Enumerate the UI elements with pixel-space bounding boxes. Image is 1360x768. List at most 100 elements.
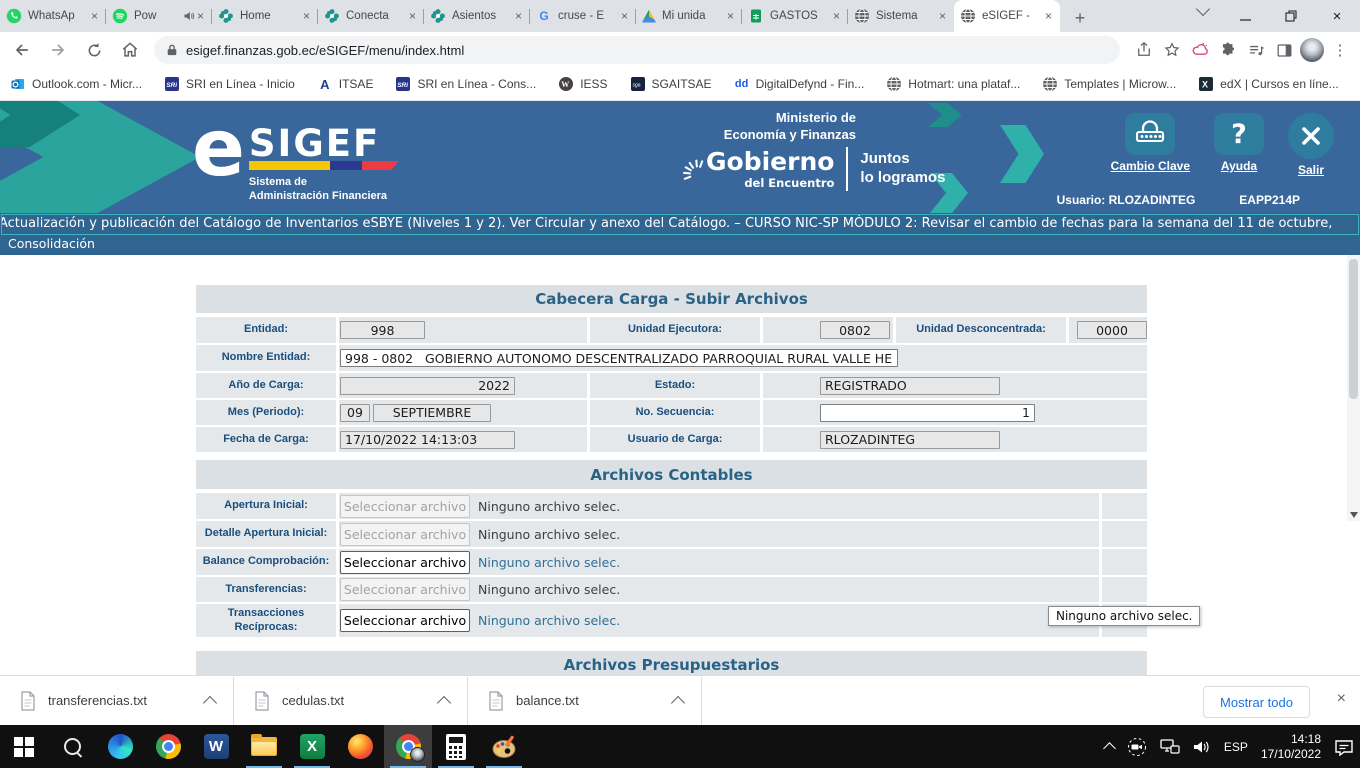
file-row-detalle-apertura: Detalle Apertura Inicial: Seleccionar ar… [196, 521, 1147, 547]
meet-now-icon[interactable] [1127, 737, 1147, 757]
tab-conecta[interactable]: Conecta × [318, 0, 424, 32]
tab-mi-unidad[interactable]: Mi unida × [636, 0, 742, 32]
salir-button[interactable]: Salir [1288, 113, 1334, 177]
bookmark-edx[interactable]: XedX | Cursos en líne... [1198, 76, 1339, 92]
start-button[interactable] [0, 725, 48, 768]
close-downloads-bar-icon[interactable]: × [1337, 690, 1346, 708]
tab-close-icon[interactable]: × [1043, 9, 1054, 23]
ecuador-flag-stripe [249, 161, 399, 170]
side-panel-icon[interactable] [1270, 36, 1298, 64]
download-item-balance[interactable]: balance.txt [468, 676, 701, 725]
reload-button[interactable] [80, 36, 108, 64]
fecha-carga-field[interactable]: 17/10/2022 14:13:03 [340, 431, 515, 449]
unidad-desconcentrada-field[interactable]: 0000 [1077, 321, 1147, 339]
volume-icon[interactable] [1193, 739, 1211, 755]
tab-esigef-active[interactable]: eSIGEF - × [954, 0, 1060, 32]
download-menu-chevron-icon[interactable] [671, 695, 685, 709]
bookmark-sri-consultas[interactable]: SRiSRI en Línea - Cons... [395, 76, 536, 92]
cambio-clave-button[interactable]: Cambio Clave [1111, 113, 1190, 177]
tab-search-chevron-icon[interactable] [1198, 8, 1214, 24]
extensions-puzzle-icon[interactable] [1214, 36, 1242, 64]
tab-sistema[interactable]: Sistema × [848, 0, 954, 32]
bookmark-digitaldefynd[interactable]: ddDigitalDefynd - Fin... [734, 76, 865, 92]
browser-menu-icon[interactable]: ⋮ [1326, 36, 1354, 64]
download-menu-chevron-icon[interactable] [203, 695, 217, 709]
tab-audio-icon[interactable] [183, 10, 195, 22]
taskbar-word-button[interactable]: W [192, 725, 240, 768]
download-menu-chevron-icon[interactable] [437, 695, 451, 709]
tab-close-icon[interactable]: × [89, 9, 100, 23]
tab-close-icon[interactable]: × [513, 9, 524, 23]
bookmark-outlook[interactable]: Outlook.com - Micr... [10, 76, 142, 92]
tab-close-icon[interactable]: × [301, 9, 312, 23]
seleccionar-archivo-button[interactable]: Seleccionar archivo [340, 609, 470, 632]
taskbar-explorer-button[interactable] [240, 725, 288, 768]
tab-close-icon[interactable]: × [725, 9, 736, 23]
avatar[interactable] [1298, 36, 1326, 64]
bookmark-sri-inicio[interactable]: SRiSRI en Línea - Inicio [164, 76, 295, 92]
bookmark-star-icon[interactable] [1158, 36, 1186, 64]
usuario-carga-field[interactable]: RLOZADINTEG [820, 431, 1000, 449]
taskbar-chrome-button[interactable] [144, 725, 192, 768]
estado-field[interactable]: REGISTRADO [820, 377, 1000, 395]
tab-close-icon[interactable]: × [195, 9, 206, 23]
tab-close-icon[interactable]: × [831, 9, 842, 23]
edge-icon [108, 734, 133, 759]
close-window-button[interactable]: × [1314, 0, 1360, 32]
download-item-cedulas[interactable]: cedulas.txt [234, 676, 467, 725]
secuencia-field[interactable]: 1 [820, 404, 1035, 422]
weather-extension-icon[interactable] [1186, 36, 1214, 64]
mes-nombre-field[interactable]: SEPTIEMBRE [373, 404, 491, 422]
entidad-field[interactable]: 998 [340, 321, 425, 339]
seleccionar-archivo-button[interactable]: Seleccionar archivo [340, 551, 470, 574]
scrollbar-down-arrow[interactable] [1350, 512, 1358, 518]
download-item-transferencias[interactable]: transferencias.txt [0, 676, 233, 725]
address-bar[interactable]: esigef.finanzas.gob.ec/eSIGEF/menu/index… [154, 36, 1120, 64]
bookmark-hotmart[interactable]: Hotmart: una plataf... [886, 76, 1020, 92]
minimize-button[interactable] [1222, 0, 1268, 32]
unidad-ejecutora-field[interactable]: 0802 [820, 321, 890, 339]
tab-spotify[interactable]: Pow × [106, 0, 212, 32]
scrollbar-thumb[interactable] [1349, 259, 1358, 399]
tab-asientos[interactable]: Asientos × [424, 0, 530, 32]
taskbar-chrome-profile-button[interactable] [384, 725, 432, 768]
network-icon[interactable] [1160, 738, 1180, 755]
divider [846, 147, 848, 191]
back-button[interactable] [8, 36, 36, 64]
taskbar-firefox-button[interactable] [336, 725, 384, 768]
bookmark-itsae[interactable]: AITSAE [317, 76, 374, 92]
tab-close-icon[interactable]: × [619, 9, 630, 23]
forward-button[interactable] [44, 36, 72, 64]
clock[interactable]: 14:18 17/10/2022 [1261, 732, 1321, 762]
taskbar-calculator-button[interactable] [432, 725, 480, 768]
tab-cruse[interactable]: G cruse - E × [530, 0, 636, 32]
new-tab-button[interactable]: + [1066, 4, 1094, 32]
tab-home[interactable]: Home × [212, 0, 318, 32]
taskbar-search-button[interactable] [48, 725, 96, 768]
mes-numero-field[interactable]: 09 [340, 404, 370, 422]
tab-whatsapp[interactable]: WhatsAp × [0, 0, 106, 32]
tab-close-icon[interactable]: × [937, 9, 948, 23]
bookmark-iess[interactable]: WIESS [558, 76, 607, 92]
ayuda-button[interactable]: ? Ayuda [1214, 113, 1264, 177]
taskbar-paint-button[interactable] [480, 725, 528, 768]
bookmark-sgaitsae[interactable]: sgaSGAITSAE [630, 76, 712, 92]
esigef-flower-icon [324, 8, 340, 24]
taskbar-excel-button[interactable]: X [288, 725, 336, 768]
anio-carga-field[interactable]: 2022 [340, 377, 515, 395]
media-controls-icon[interactable] [1242, 36, 1270, 64]
nombre-entidad-field[interactable]: 998 - 0802 GOBIERNO AUTONOMO DESCENTRALI… [340, 349, 898, 367]
share-icon[interactable] [1130, 36, 1158, 64]
tray-expand-chevron-icon[interactable] [1103, 742, 1116, 755]
show-all-downloads-button[interactable]: Mostrar todo [1203, 686, 1310, 718]
tab-close-icon[interactable]: × [407, 9, 418, 23]
bookmark-templates[interactable]: Templates | Microw... [1042, 76, 1176, 92]
action-center-icon[interactable] [1334, 738, 1354, 756]
taskbar-edge-button[interactable] [96, 725, 144, 768]
page-scrollbar[interactable] [1347, 255, 1360, 521]
language-indicator[interactable]: ESP [1224, 740, 1248, 754]
home-button[interactable] [116, 36, 144, 64]
tab-gastos[interactable]: GASTOS × [742, 0, 848, 32]
maximize-button[interactable] [1268, 0, 1314, 32]
bookmark-label: ITSAE [339, 77, 374, 91]
